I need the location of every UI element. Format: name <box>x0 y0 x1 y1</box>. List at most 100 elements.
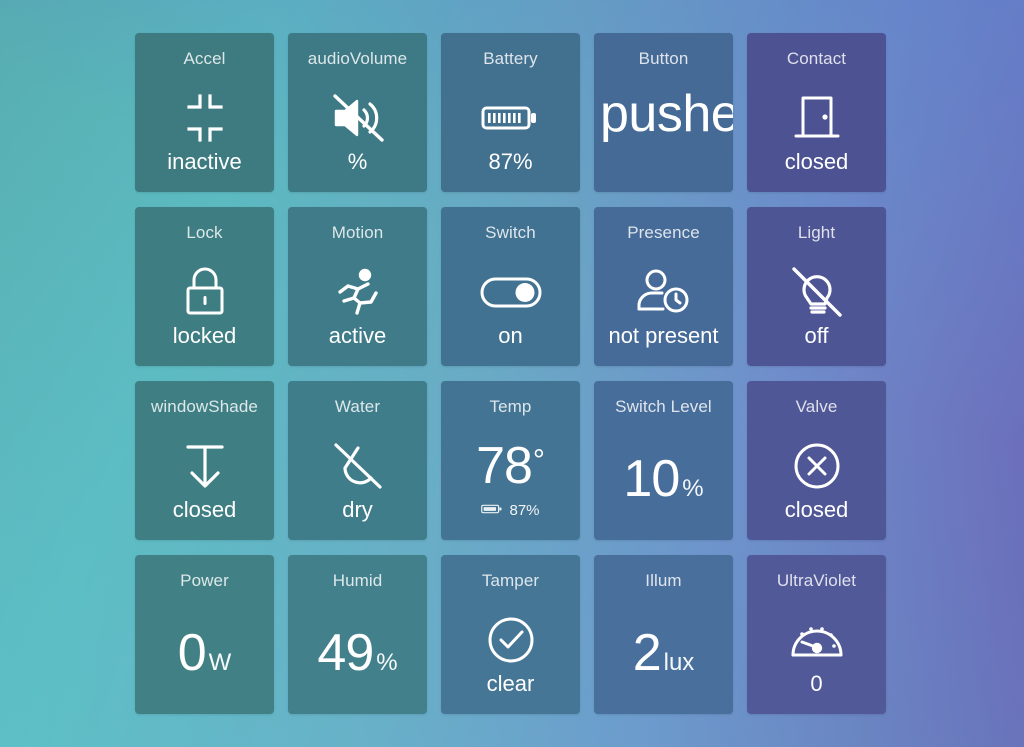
tile-body: closed <box>747 69 886 192</box>
tile-title: Water <box>334 397 381 416</box>
temp-battery-row: 87% <box>481 502 540 520</box>
tile-title: Switch <box>485 223 536 242</box>
circle-x-icon <box>790 435 844 497</box>
tile-title: audioVolume <box>307 49 408 68</box>
tile-switch[interactable]: Switch on <box>441 207 580 366</box>
compress-arrows-icon <box>180 87 230 149</box>
tile-illum[interactable]: Illum 2 lux <box>594 555 733 714</box>
tile-body: 10 % <box>594 417 733 540</box>
tile-battery[interactable]: Battery 87% <box>441 33 580 192</box>
tile-body: closed <box>747 417 886 540</box>
switch-level-unit: % <box>682 474 704 502</box>
sensor-tile-grid: Accel inactive audioVolume % Battery 87%… <box>135 33 890 714</box>
water-drop-off-icon <box>331 435 385 497</box>
tile-body: off <box>747 243 886 366</box>
tile-value: not present <box>608 322 719 348</box>
switch-level-readout: 10 % <box>623 451 703 507</box>
tile-switch-level[interactable]: Switch Level 10 % <box>594 381 733 540</box>
tile-body: not present <box>594 243 733 366</box>
tile-title: UltraViolet <box>776 571 857 590</box>
illum-unit: lux <box>663 648 695 676</box>
tile-value: dry <box>342 496 373 522</box>
power-unit: W <box>208 648 232 676</box>
lightbulb-off-icon <box>790 261 844 323</box>
illum-readout: 2 lux <box>633 625 695 681</box>
tile-title: Temp <box>489 397 532 416</box>
tile-body: 0 W <box>135 591 274 714</box>
tile-value: pushe <box>600 85 733 143</box>
tile-title: Tamper <box>481 571 540 590</box>
humid-number: 49 <box>317 623 374 682</box>
tile-temp[interactable]: Temp 78 ° 87% <box>441 381 580 540</box>
tile-accel[interactable]: Accel inactive <box>135 33 274 192</box>
tile-value: on <box>498 322 523 348</box>
tile-body: locked <box>135 243 274 366</box>
lock-closed-icon <box>180 261 230 323</box>
volume-mute-icon <box>330 87 386 149</box>
tile-contact[interactable]: Contact closed <box>747 33 886 192</box>
tile-body: dry <box>288 417 427 540</box>
tile-ultraviolet[interactable]: UltraViolet 0 <box>747 555 886 714</box>
tile-title: Light <box>797 223 836 242</box>
tile-value: active <box>328 322 387 348</box>
tile-body: 78 ° 87% <box>441 417 580 540</box>
tile-body: 49 % <box>288 591 427 714</box>
tile-title: Accel <box>183 49 226 68</box>
tile-tamper[interactable]: Tamper clear <box>441 555 580 714</box>
tile-power[interactable]: Power 0 W <box>135 555 274 714</box>
tile-value: closed <box>784 148 849 174</box>
tile-title: Power <box>180 571 229 590</box>
tile-title: Presence <box>627 223 700 242</box>
tile-body: closed <box>135 417 274 540</box>
tile-button[interactable]: Button pushe <box>594 33 733 192</box>
tile-title: Switch Level <box>615 397 712 416</box>
tile-title: Humid <box>332 571 383 590</box>
tile-body: active <box>288 243 427 366</box>
temp-battery-text: 87% <box>509 502 540 519</box>
running-person-icon <box>331 261 385 323</box>
tile-value: 87% <box>488 148 533 174</box>
battery-icon <box>480 87 542 149</box>
tile-window-shade[interactable]: windowShade closed <box>135 381 274 540</box>
power-number: 0 <box>177 623 207 682</box>
gauge-icon <box>788 609 846 671</box>
shade-down-arrow-icon <box>180 435 230 497</box>
person-clock-icon <box>635 261 693 323</box>
tile-audio-volume[interactable]: audioVolume % <box>288 33 427 192</box>
tile-body: 0 <box>747 591 886 714</box>
tile-body: inactive <box>135 69 274 192</box>
illum-number: 2 <box>632 623 662 682</box>
tile-title: Illum <box>645 571 682 590</box>
check-circle-icon <box>484 609 538 671</box>
switch-level-number: 10 <box>623 449 680 508</box>
tile-title: windowShade <box>151 397 258 416</box>
tile-title: Motion <box>331 223 384 242</box>
tile-motion[interactable]: Motion active <box>288 207 427 366</box>
tile-value: 0 <box>810 670 823 696</box>
tile-water[interactable]: Water dry <box>288 381 427 540</box>
tile-value: locked <box>172 322 237 348</box>
tile-presence[interactable]: Presence not present <box>594 207 733 366</box>
tile-value: off <box>804 322 829 348</box>
battery-small-icon <box>481 502 503 520</box>
tile-humid[interactable]: Humid 49 % <box>288 555 427 714</box>
tile-title: Button <box>638 49 689 68</box>
tile-title: Valve <box>795 397 838 416</box>
toggle-on-icon[interactable] <box>479 261 543 323</box>
tile-value: % <box>347 148 368 174</box>
tile-title: Contact <box>786 49 847 68</box>
tile-body: 2 lux <box>594 591 733 714</box>
tile-title: Lock <box>186 223 223 242</box>
tile-light[interactable]: Light off <box>747 207 886 366</box>
tile-value: clear <box>486 670 535 696</box>
tile-value: closed <box>784 496 849 522</box>
tile-body: clear <box>441 591 580 714</box>
tile-valve[interactable]: Valve closed <box>747 381 886 540</box>
tile-value: closed <box>172 496 237 522</box>
tile-body: on <box>441 243 580 366</box>
tile-lock[interactable]: Lock locked <box>135 207 274 366</box>
humid-unit: % <box>376 648 398 676</box>
temp-readout: 78 ° <box>476 438 545 494</box>
tile-title: Battery <box>483 49 538 68</box>
temp-unit: ° <box>532 443 545 477</box>
